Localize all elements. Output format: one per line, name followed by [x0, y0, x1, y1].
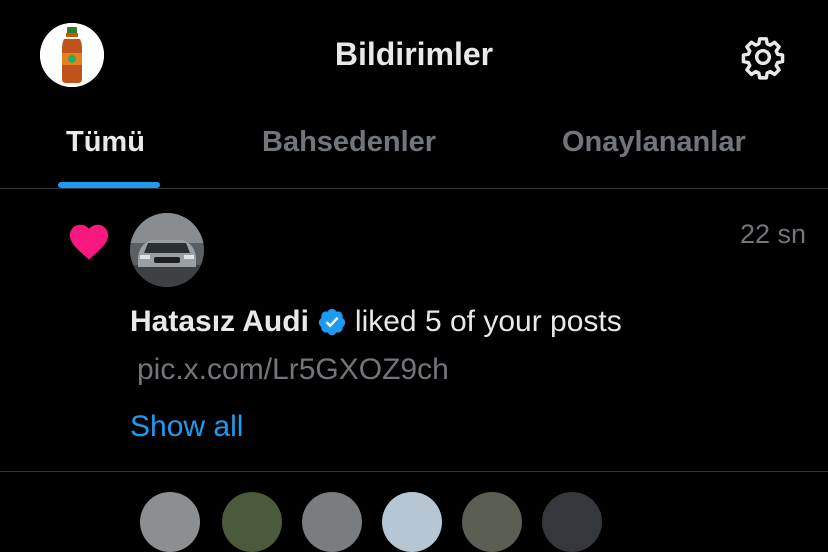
avatar [462, 492, 522, 552]
verified-badge-icon [317, 307, 347, 337]
notification-text: Hatasız Audi liked 5 of your posts [130, 305, 622, 339]
header: Bildirimler [0, 0, 828, 112]
avatar [302, 492, 362, 552]
tab-bar: Tümü Bahsedenler Onaylananlar [0, 112, 828, 189]
notification-time: 22 sn [739, 219, 806, 249]
avatar [222, 492, 282, 552]
active-tab-indicator [58, 182, 160, 188]
settings-button[interactable] [740, 34, 786, 80]
post-link[interactable]: pic.x.com/Lr5GXOZ9ch [137, 353, 449, 387]
actor-avatar[interactable] [130, 213, 204, 287]
actor-name[interactable]: Hatasız Audi [130, 305, 309, 339]
tab-mentions[interactable]: Bahsedenler [262, 126, 436, 159]
tab-verified[interactable]: Onaylananlar [562, 126, 746, 159]
avatar [140, 492, 200, 552]
notification-item[interactable]: 22 sn Hatasız Audi liked 5 of your posts… [0, 189, 828, 472]
tab-all[interactable]: Tümü [66, 126, 145, 159]
car-photo-icon [130, 213, 204, 287]
heart-icon [66, 219, 112, 261]
avatar [542, 492, 602, 552]
gear-icon [741, 37, 785, 80]
page-title: Bildirimler [334, 36, 494, 72]
next-notification-avatars [130, 492, 630, 552]
avatar [382, 492, 442, 552]
action-text: liked 5 of your posts [354, 305, 622, 338]
show-all-link[interactable]: Show all [130, 410, 243, 444]
